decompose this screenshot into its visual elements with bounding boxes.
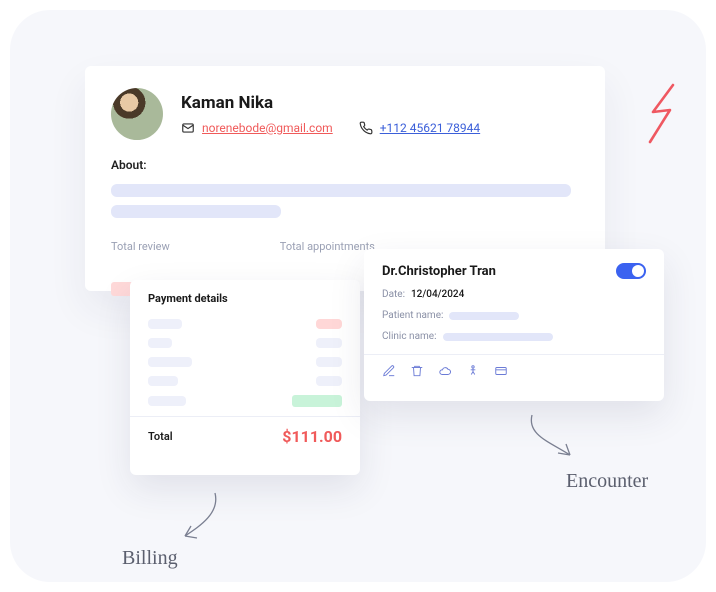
date-value: 12/04/2024 <box>411 289 464 300</box>
about-skeleton-line <box>111 205 281 218</box>
payment-title: Payment details <box>148 292 342 305</box>
email-item: norenebode@gmail.com <box>181 121 333 135</box>
clinic-label: Clinic name: <box>382 331 437 342</box>
bolt-scribble-icon <box>638 80 688 150</box>
encounter-card: Dr.Christopher Tran Date: 12/04/2024 Pat… <box>364 249 664 401</box>
encounter-annotation: Encounter <box>566 470 648 493</box>
contact-row: norenebode@gmail.com +112 45621 78944 <box>181 121 480 135</box>
phone-item: +112 45621 78944 <box>359 121 480 135</box>
doctor-name: Dr.Christopher Tran <box>382 264 496 279</box>
about-label: About: <box>111 158 579 172</box>
mail-icon <box>181 121 195 135</box>
edit-icon[interactable] <box>382 363 396 377</box>
payment-row <box>148 338 342 348</box>
encounter-arrow-icon <box>522 410 592 470</box>
payment-row <box>148 395 342 407</box>
profile-header: Kaman Nika norenebode@gmail.com +112 456… <box>111 88 579 140</box>
encounter-toolbar <box>382 363 646 377</box>
billing-annotation: Billing <box>122 547 178 570</box>
phone-icon <box>359 121 373 135</box>
billing-arrow-icon <box>170 488 230 548</box>
encounter-header: Dr.Christopher Tran <box>382 263 646 279</box>
email-link[interactable]: norenebode@gmail.com <box>202 121 333 135</box>
card-icon[interactable] <box>494 363 508 377</box>
avatar <box>111 88 163 140</box>
total-review-label: Total review <box>111 240 170 253</box>
date-label: Date: <box>382 289 405 300</box>
patient-label: Patient name: <box>382 310 443 321</box>
divider <box>364 354 664 355</box>
person-icon[interactable] <box>466 363 480 377</box>
total-value: $111.00 <box>282 427 342 446</box>
canvas: Kaman Nika norenebode@gmail.com +112 456… <box>10 10 706 582</box>
profile-name: Kaman Nika <box>181 93 480 113</box>
about-skeleton-line <box>111 184 571 197</box>
clinic-line: Clinic name: <box>382 331 646 342</box>
total-label: Total <box>148 430 173 443</box>
payment-row <box>148 357 342 367</box>
encounter-toggle[interactable] <box>616 263 646 279</box>
patient-line: Patient name: <box>382 310 646 321</box>
payment-row <box>148 376 342 386</box>
date-line: Date: 12/04/2024 <box>382 289 646 300</box>
phone-link[interactable]: +112 45621 78944 <box>380 121 480 135</box>
clinic-skeleton <box>443 333 553 341</box>
patient-skeleton <box>449 312 519 320</box>
payment-card: Payment details Total $111.00 <box>130 280 360 475</box>
delete-icon[interactable] <box>410 363 424 377</box>
total-row: Total $111.00 <box>148 427 342 446</box>
payment-row <box>148 319 342 329</box>
total-appointments-label: Total appointments <box>280 240 375 253</box>
cloud-icon[interactable] <box>438 363 452 377</box>
divider <box>130 416 360 417</box>
payment-rows <box>148 319 342 407</box>
